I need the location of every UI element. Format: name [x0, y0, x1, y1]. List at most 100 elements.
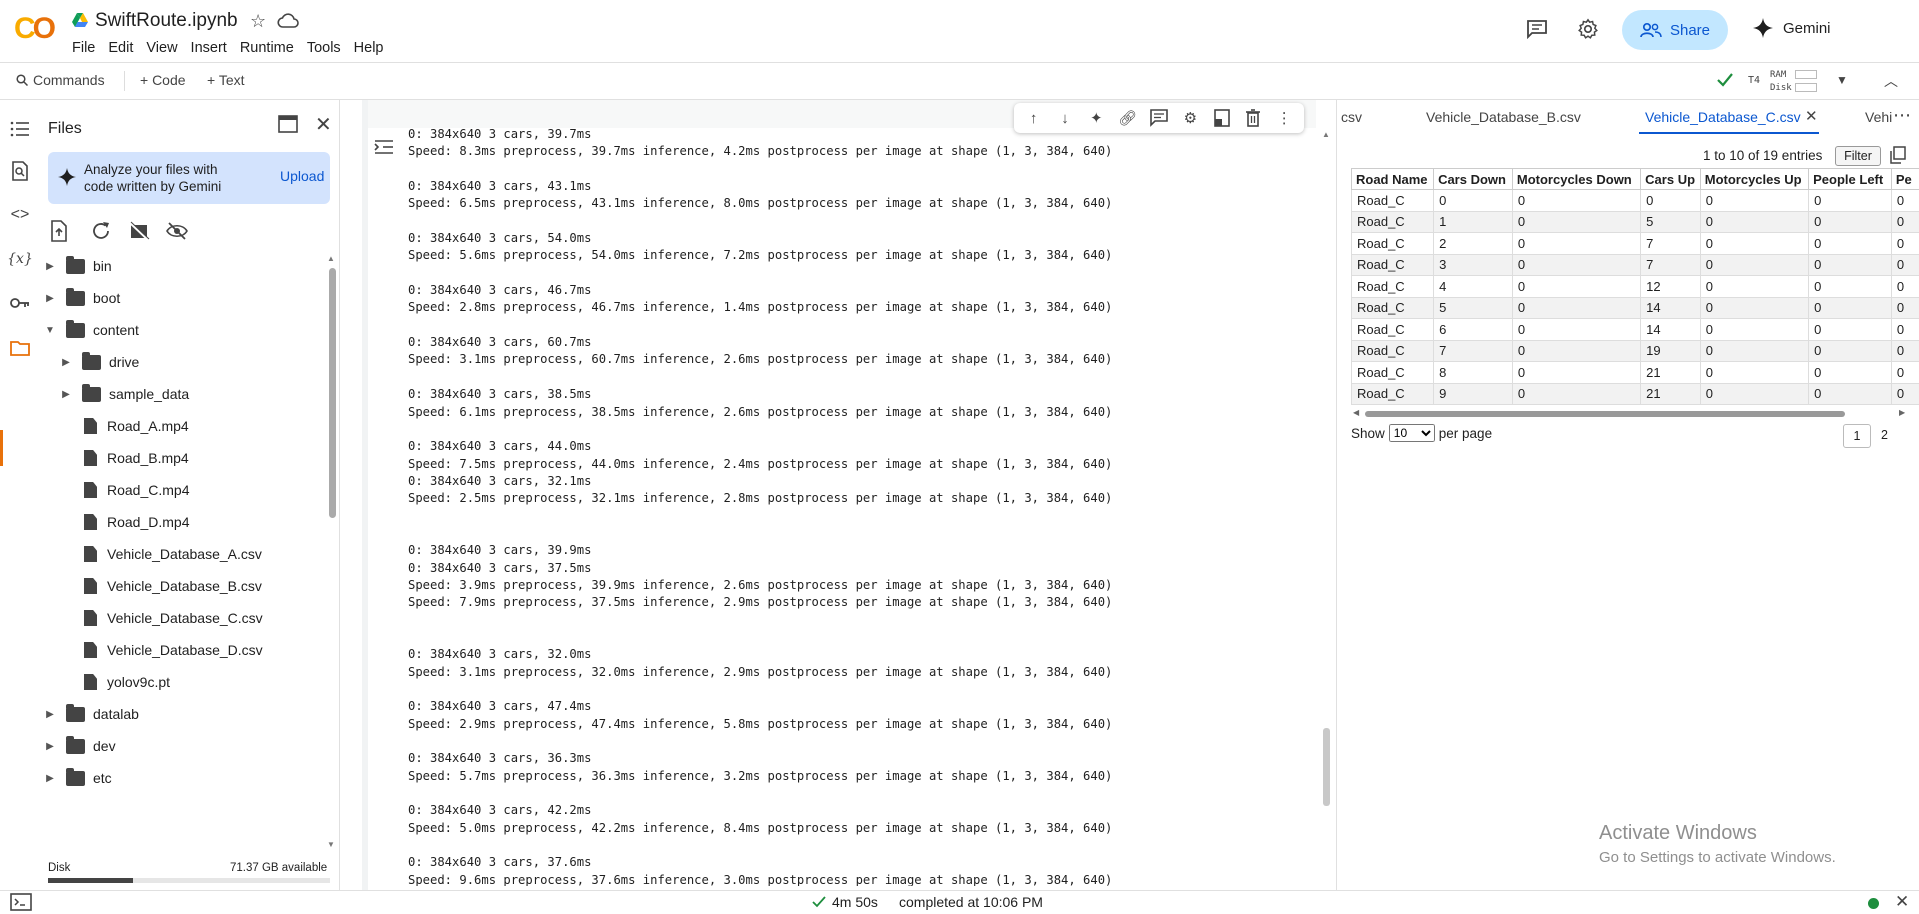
column-header[interactable]: Cars Up — [1640, 168, 1701, 190]
page-size-select[interactable]: 10 — [1388, 424, 1435, 442]
secrets-key-icon[interactable] — [9, 292, 31, 314]
link-icon[interactable]: 🔗︎ — [1118, 108, 1138, 128]
page-button-2[interactable]: 2 — [1881, 428, 1888, 442]
scroll-up-arrow-icon[interactable]: ▲ — [327, 254, 335, 263]
tab-vehicle-database-b[interactable]: Vehicle_Database_B.csv — [1426, 109, 1581, 125]
mount-drive-off-icon[interactable] — [128, 220, 150, 242]
file-item[interactable]: yolov9c.pt — [58, 670, 170, 694]
chevron-right-icon[interactable]: ▶ — [58, 389, 74, 400]
gemini-sparkle-icon[interactable]: ✦ — [1086, 108, 1106, 128]
gemini-button[interactable]: Gemini — [1753, 18, 1831, 38]
tab-vehicle-database-partial[interactable]: Vehi — [1865, 109, 1892, 125]
file-item[interactable]: Vehicle_Database_A.csv — [58, 542, 262, 566]
menu-tools[interactable]: Tools — [307, 40, 349, 60]
page-button-1[interactable]: 1 — [1843, 424, 1871, 448]
column-header[interactable]: Cars Down — [1433, 168, 1513, 190]
scroll-left-arrow-icon[interactable]: ◀ — [1353, 408, 1359, 417]
upload-file-icon[interactable] — [48, 220, 70, 242]
menu-help[interactable]: Help — [354, 40, 392, 60]
file-item[interactable]: Road_B.mp4 — [58, 446, 189, 470]
runtime-gpu-label[interactable]: T4 — [1748, 75, 1760, 86]
files-folder-icon[interactable] — [9, 337, 31, 359]
add-text-button[interactable]: + Text — [207, 72, 245, 88]
close-icon[interactable]: ✕ — [1895, 892, 1909, 912]
terminal-icon[interactable] — [10, 893, 32, 911]
open-in-editor-icon[interactable] — [1212, 108, 1232, 128]
chevron-right-icon[interactable]: ▶ — [42, 293, 58, 304]
file-item[interactable]: Road_A.mp4 — [58, 414, 189, 438]
tab-vehicle-database-c[interactable]: Vehicle_Database_C.csv — [1645, 109, 1801, 125]
colab-logo[interactable]: CO — [14, 12, 56, 46]
hide-hidden-files-icon[interactable] — [166, 220, 188, 242]
settings-gear-icon[interactable]: ⚙ — [1180, 108, 1200, 128]
column-header[interactable]: Motorcycles Down — [1511, 168, 1642, 190]
code-snippets-icon[interactable]: <> — [9, 204, 31, 226]
notebook-title[interactable]: SwiftRoute.ipynb — [95, 10, 238, 32]
folder-item[interactable]: ▶ sample_data — [58, 382, 189, 406]
chevron-right-icon[interactable]: ▶ — [42, 741, 58, 752]
star-icon[interactable]: ☆ — [250, 11, 266, 32]
settings-gear-icon[interactable] — [1577, 18, 1599, 40]
refresh-icon[interactable] — [90, 220, 112, 242]
chevron-right-icon[interactable]: ▶ — [42, 261, 58, 272]
move-up-icon[interactable]: ↑ — [1024, 108, 1044, 128]
column-header[interactable]: Motorcycles Up — [1699, 168, 1810, 190]
menu-view[interactable]: View — [146, 40, 185, 60]
chevron-up-icon[interactable]: ︿ — [1884, 71, 1898, 91]
folder-item[interactable]: ▼ content — [42, 318, 139, 342]
resource-meters[interactable]: RAM Disk — [1770, 69, 1817, 95]
column-header[interactable]: Road Name — [1351, 168, 1435, 190]
chevron-down-icon[interactable]: ▼ — [42, 325, 58, 336]
add-code-button[interactable]: + Code — [140, 72, 186, 88]
copy-icon[interactable] — [1890, 146, 1906, 164]
file-item[interactable]: Vehicle_Database_C.csv — [58, 606, 263, 630]
execution-completed-text[interactable]: completed at 10:06 PM — [899, 894, 1043, 910]
find-replace-icon[interactable] — [9, 160, 31, 182]
file-item[interactable]: Road_C.mp4 — [58, 478, 190, 502]
chevron-right-icon[interactable]: ▶ — [42, 709, 58, 720]
share-button[interactable]: Share — [1622, 10, 1728, 50]
filter-button[interactable]: Filter — [1835, 146, 1881, 166]
column-header[interactable]: People Left — [1808, 168, 1892, 190]
chevron-right-icon[interactable]: ▶ — [58, 357, 74, 368]
menu-edit[interactable]: Edit — [108, 40, 141, 60]
file-tree-scrollbar[interactable] — [329, 268, 336, 518]
scroll-down-arrow-icon[interactable]: ▼ — [327, 840, 335, 849]
scroll-up-arrow-icon[interactable]: ▲ — [1322, 130, 1330, 139]
runtime-dropdown-icon[interactable]: ▼ — [1836, 73, 1848, 87]
tab-csv-partial[interactable]: csv — [1341, 109, 1362, 125]
move-down-icon[interactable]: ↓ — [1055, 108, 1075, 128]
comment-icon[interactable] — [1149, 108, 1169, 128]
folder-item[interactable]: ▶ boot — [42, 286, 120, 310]
cloud-saved-icon[interactable] — [277, 12, 299, 28]
folder-item[interactable]: ▶ etc — [42, 766, 112, 790]
menu-runtime[interactable]: Runtime — [240, 40, 302, 60]
menu-insert[interactable]: Insert — [191, 40, 235, 60]
close-icon[interactable]: ✕ — [315, 112, 332, 137]
open-in-tab-icon[interactable] — [278, 115, 298, 133]
comment-icon[interactable] — [1526, 19, 1548, 39]
output-actions-icon[interactable] — [373, 138, 395, 156]
more-horiz-icon[interactable]: ⋯ — [1893, 105, 1911, 126]
table-horizontal-scrollbar[interactable] — [1365, 411, 1845, 417]
folder-item[interactable]: ▶ drive — [58, 350, 139, 374]
file-item[interactable]: Road_D.mp4 — [58, 510, 190, 534]
chevron-right-icon[interactable]: ▶ — [42, 773, 58, 784]
folder-item[interactable]: ▶ bin — [42, 254, 112, 278]
more-vert-icon[interactable]: ⋮ — [1274, 108, 1294, 128]
table-of-contents-icon[interactable] — [9, 118, 31, 140]
file-item[interactable]: Vehicle_Database_D.csv — [58, 638, 263, 662]
commands-button[interactable]: Commands — [16, 72, 105, 88]
upload-button[interactable]: Upload — [280, 168, 324, 184]
variables-icon[interactable]: {x} — [7, 248, 33, 270]
menu-file[interactable]: File — [72, 40, 103, 60]
column-header[interactable]: Pe — [1890, 168, 1919, 190]
folder-item[interactable]: ▶ datalab — [42, 702, 139, 726]
folder-item[interactable]: ▶home — [42, 798, 128, 800]
notebook-scrollbar[interactable] — [1323, 728, 1330, 806]
folder-item[interactable]: ▶ dev — [42, 734, 116, 758]
delete-trash-icon[interactable] — [1243, 108, 1263, 128]
close-tab-icon[interactable]: ✕ — [1805, 107, 1818, 125]
file-item[interactable]: Vehicle_Database_B.csv — [58, 574, 262, 598]
scroll-right-arrow-icon[interactable]: ▶ — [1899, 408, 1905, 417]
